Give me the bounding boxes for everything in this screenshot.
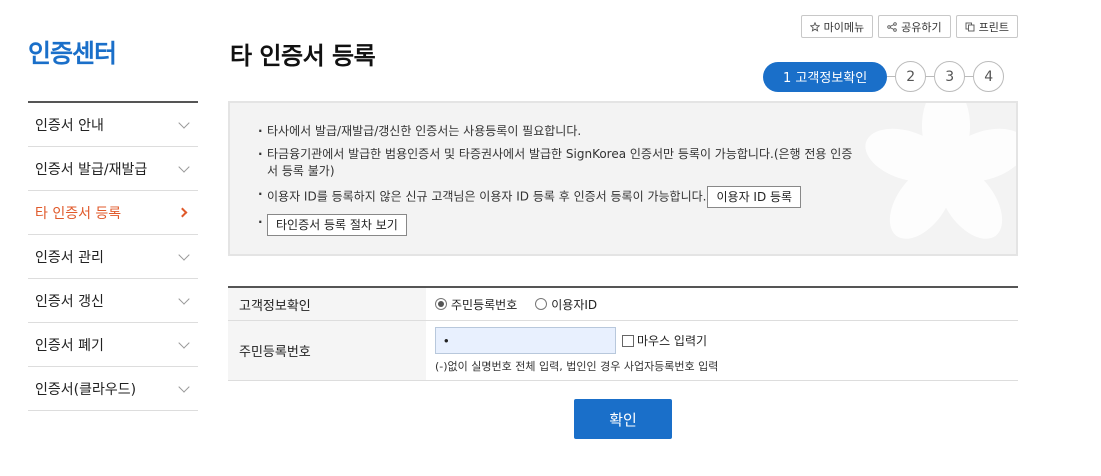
notice-item: 이용자 ID를 등록하지 않은 신규 고객님은 이용자 ID 등록 후 인증서 … xyxy=(258,186,858,208)
sidebar-item-cert-guide[interactable]: 인증서 안내 xyxy=(28,103,198,147)
chevron-down-icon xyxy=(178,380,190,393)
step-connector xyxy=(965,76,974,77)
mouse-input-checkbox[interactable]: 마우스 입력기 xyxy=(622,332,707,349)
notice-text: 타금융기관에서 발급한 범용인증서 및 타증권사에서 발급한 SignKorea… xyxy=(267,147,853,178)
radio-rrn[interactable]: 주민등록번호 xyxy=(435,296,517,313)
my-menu-label: 마이메뉴 xyxy=(823,20,865,34)
sidebar-item-cert-cloud[interactable]: 인증서(클라우드) xyxy=(28,367,198,411)
radio-user-id[interactable]: 이용자ID xyxy=(535,296,597,313)
radio-unselected-icon xyxy=(535,298,548,310)
user-id-register-button[interactable]: 이용자 ID 등록 xyxy=(707,186,802,208)
print-icon xyxy=(965,22,975,31)
step-1-active: 1 고객정보확인 xyxy=(763,61,888,92)
sidebar-nav: 인증서 안내 인증서 발급/재발급 타 인증서 등록 인증서 관리 인증서 갱신… xyxy=(28,101,198,411)
form-label: 주민등록번호 xyxy=(228,321,426,380)
id-type-radio-group: 주민등록번호 이용자ID xyxy=(435,296,1018,313)
notice-item: 타인증서 등록 절차 보기 xyxy=(258,214,858,236)
chevron-right-icon xyxy=(177,207,188,218)
sidebar-item-label: 인증서 안내 xyxy=(35,117,104,134)
chevron-down-icon xyxy=(178,292,190,305)
step-3: 3 xyxy=(934,61,966,92)
step-2: 2 xyxy=(895,61,927,92)
chevron-down-icon xyxy=(178,336,190,349)
notice-box: 타사에서 발급/재발급/갱신한 인증서는 사용등록이 필요합니다. 타금융기관에… xyxy=(228,101,1018,256)
notice-item: 타사에서 발급/재발급/갱신한 인증서는 사용등록이 필요합니다. xyxy=(258,123,858,140)
form-value: 주민등록번호 이용자ID xyxy=(426,288,1018,320)
sidebar-item-cert-issue[interactable]: 인증서 발급/재발급 xyxy=(28,147,198,191)
flower-decoration-icon xyxy=(865,103,1016,239)
share-icon xyxy=(887,21,897,32)
sidebar-item-cert-manage[interactable]: 인증서 관리 xyxy=(28,235,198,279)
share-label: 공유하기 xyxy=(901,20,942,34)
procedure-view-button[interactable]: 타인증서 등록 절차 보기 xyxy=(267,214,407,236)
sidebar-item-other-cert-register[interactable]: 타 인증서 등록 xyxy=(28,191,198,235)
step-indicator: 1 고객정보확인 2 3 4 xyxy=(763,61,1005,92)
share-button[interactable]: 공유하기 xyxy=(878,15,951,38)
my-menu-button[interactable]: 마이메뉴 xyxy=(800,15,874,38)
confirm-button[interactable]: 확인 xyxy=(574,399,672,439)
notice-text: 타사에서 발급/재발급/갱신한 인증서는 사용등록이 필요합니다. xyxy=(267,124,582,138)
step-connector xyxy=(887,76,896,77)
notice-text: 이용자 ID를 등록하지 않은 신규 고객님은 이용자 ID 등록 후 인증서 … xyxy=(267,189,707,204)
form-row: 고객정보확인 주민등록번호 이용자ID xyxy=(228,288,1018,321)
star-icon xyxy=(809,21,820,32)
checkbox-label: 마우스 입력기 xyxy=(637,334,708,348)
radio-label: 이용자ID xyxy=(551,297,598,312)
step-4: 4 xyxy=(973,61,1005,92)
notice-item: 타금융기관에서 발급한 범용인증서 및 타증권사에서 발급한 SignKorea… xyxy=(258,146,858,180)
chevron-down-icon xyxy=(178,116,190,129)
form-label: 고객정보확인 xyxy=(228,288,426,320)
print-button[interactable]: 프린트 xyxy=(955,15,1018,38)
sidebar-item-label: 인증서 폐기 xyxy=(35,337,104,354)
radio-label: 주민등록번호 xyxy=(451,297,518,312)
rrn-hint: (-)없이 실명번호 전체 입력, 법인인 경우 사업자등록번호 입력 xyxy=(435,360,719,373)
checkbox-icon xyxy=(622,334,634,347)
step-connector xyxy=(926,76,935,77)
utility-bar: 마이메뉴 공유하기 프린트 xyxy=(800,15,1018,38)
sidebar-item-label: 타 인증서 등록 xyxy=(35,205,122,222)
sidebar-item-label: 인증서(클라우드) xyxy=(35,381,137,398)
sidebar-item-label: 인증서 발급/재발급 xyxy=(35,161,148,178)
sidebar-item-label: 인증서 갱신 xyxy=(35,293,104,310)
sidebar-item-cert-renew[interactable]: 인증서 갱신 xyxy=(28,279,198,323)
customer-info-form: 고객정보확인 주민등록번호 이용자ID 주민등록번호 마우스 입력기 xyxy=(228,286,1018,381)
form-value: 마우스 입력기 (-)없이 실명번호 전체 입력, 법인인 경우 사업자등록번호… xyxy=(426,321,1018,380)
print-label: 프린트 xyxy=(978,20,1009,34)
rrn-input[interactable] xyxy=(435,327,616,354)
sidebar-title: 인증센터 xyxy=(28,39,117,68)
form-row: 주민등록번호 마우스 입력기 (-)없이 실명번호 전체 입력, 법인인 경우 … xyxy=(228,321,1018,381)
chevron-down-icon xyxy=(178,248,190,261)
sidebar-item-cert-revoke[interactable]: 인증서 폐기 xyxy=(28,323,198,367)
chevron-down-icon xyxy=(178,160,190,173)
sidebar-item-label: 인증서 관리 xyxy=(35,249,104,266)
radio-selected-icon xyxy=(435,298,447,310)
page-title: 타 인증서 등록 xyxy=(230,42,376,70)
